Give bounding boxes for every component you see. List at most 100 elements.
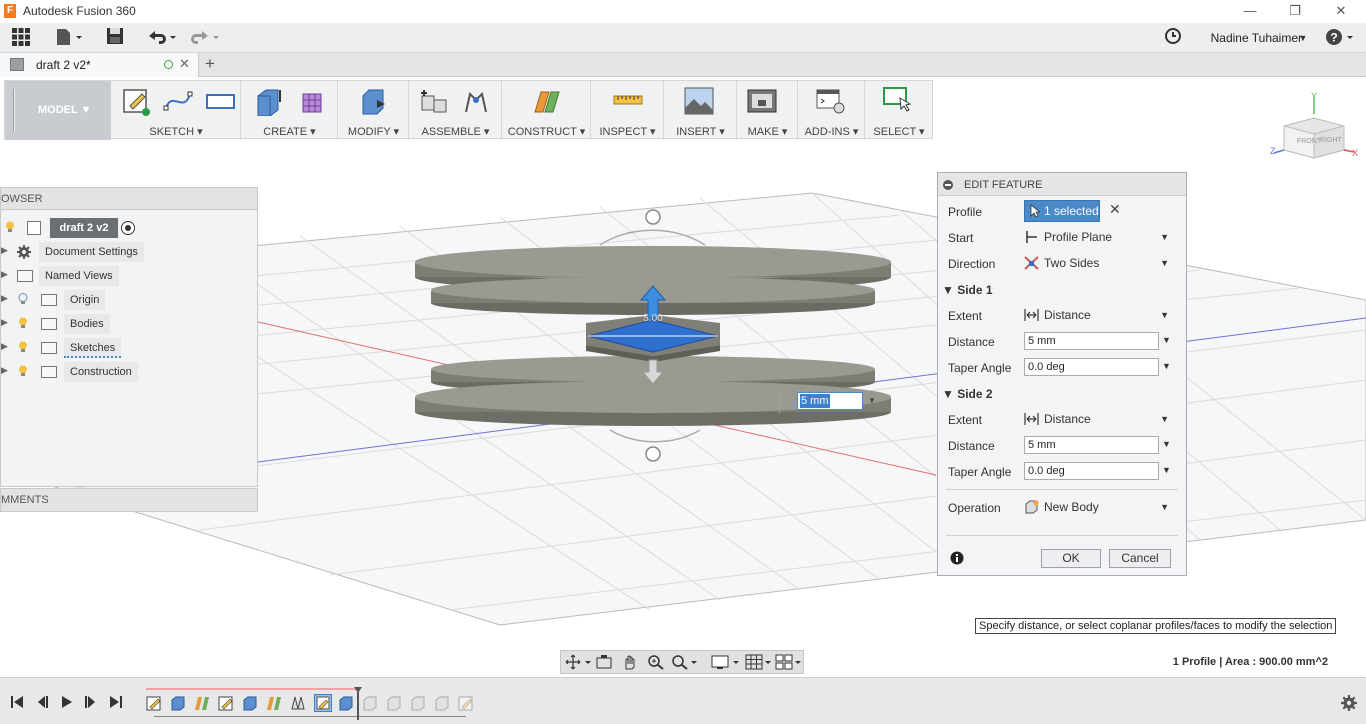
inspect-group[interactable]: INSPECT ▾ [592, 81, 664, 140]
timeline-suppressed-feature-icon[interactable] [434, 695, 450, 711]
user-menu-chevron-icon[interactable]: ▼ [1296, 27, 1310, 49]
browser-item-bodies[interactable]: ▶ Bodies [1, 314, 259, 334]
side2-extent-dropdown[interactable]: Distance ▼ [1024, 409, 1172, 429]
timeline-plane-feature-icon[interactable] [194, 695, 210, 711]
display-settings-icon[interactable] [711, 654, 741, 670]
insert-image-icon[interactable] [683, 86, 715, 116]
timeline-mirror-feature-icon[interactable] [290, 695, 306, 711]
side2-taper-input[interactable]: 0.0 deg [1024, 462, 1159, 480]
viewports-icon[interactable] [775, 654, 803, 670]
timeline-sketch-feature-icon[interactable] [218, 695, 234, 711]
step-forward-icon[interactable] [84, 695, 98, 709]
3d-print-icon[interactable] [746, 86, 778, 116]
make-group[interactable]: MAKE ▾ [738, 81, 798, 140]
offset-plane-icon[interactable] [531, 86, 563, 116]
timeline-settings-gear-icon[interactable] [1340, 694, 1358, 712]
close-window-button[interactable]: ✕ [1329, 2, 1353, 20]
add-ins-group[interactable]: ADD-INS ▾ [799, 81, 865, 140]
timeline-plane-feature-icon[interactable] [266, 695, 282, 711]
file-menu-icon[interactable] [54, 27, 84, 49]
side2-section[interactable]: ▼ Side 2 [938, 381, 1188, 405]
play-icon[interactable] [60, 695, 74, 709]
select-group[interactable]: SELECT ▾ [866, 81, 932, 140]
operation-dropdown[interactable]: New Body ▼ [1024, 497, 1172, 517]
view-cube-front-face[interactable]: FRONT [1297, 138, 1322, 145]
timeline-extrude-feature-icon[interactable] [242, 695, 258, 711]
side1-distance-dropdown-icon[interactable]: ▼ [1162, 335, 1171, 345]
timeline-suppressed-sketch-icon[interactable] [458, 695, 474, 711]
browser-root-row[interactable]: draft 2 v2 [1, 218, 259, 238]
side1-extent-dropdown[interactable]: Distance ▼ [1024, 305, 1172, 325]
comments-panel-header[interactable]: MMENTS [0, 488, 258, 512]
user-account-menu[interactable]: Nadine Tuhaimer [1211, 31, 1302, 45]
undo-icon[interactable] [145, 27, 179, 49]
look-at-icon[interactable] [595, 654, 613, 670]
modify-group[interactable]: MODIFY ▾ [339, 81, 409, 140]
create-sketch-icon[interactable] [120, 86, 152, 116]
info-icon[interactable] [950, 551, 964, 565]
visibility-bulb-icon[interactable] [18, 317, 28, 329]
side2-taper-dropdown-icon[interactable]: ▼ [1162, 465, 1171, 475]
grid-settings-icon[interactable] [745, 654, 773, 670]
browser-item-document-settings[interactable]: ▶ Document Settings [1, 242, 259, 262]
expand-arrow-icon[interactable]: ▶ [1, 341, 8, 352]
construct-group[interactable]: CONSTRUCT ▾ [503, 81, 591, 140]
pan-hand-icon[interactable] [621, 654, 639, 670]
redo-icon[interactable] [188, 27, 222, 49]
start-dropdown[interactable]: Profile Plane ▼ [1024, 227, 1172, 247]
side1-taper-input[interactable]: 0.0 deg [1024, 358, 1159, 376]
fit-zoom-icon[interactable] [671, 654, 699, 670]
side2-distance-dropdown-icon[interactable]: ▼ [1162, 439, 1171, 449]
line-tool-icon[interactable] [162, 86, 194, 116]
side1-section[interactable]: ▼ Side 1 [938, 277, 1188, 301]
clear-selection-icon[interactable]: ✕ [1109, 201, 1121, 218]
document-tab[interactable]: draft 2 v2* ✕ [0, 53, 199, 77]
browser-item-named-views[interactable]: ▶ Named Views [1, 266, 259, 286]
press-pull-icon[interactable] [357, 86, 389, 116]
orbit-icon[interactable] [565, 654, 593, 670]
workspace-switcher[interactable]: MODEL ▼ [5, 81, 111, 140]
scripts-addins-icon[interactable] [815, 86, 847, 116]
expand-arrow-icon[interactable]: ▶ [1, 269, 8, 280]
go-to-start-icon[interactable] [10, 695, 24, 709]
inline-distance-input[interactable]: 5 mm [797, 392, 863, 410]
timeline-extrude-feature-icon[interactable] [338, 695, 354, 711]
visibility-bulb-icon[interactable] [18, 365, 28, 377]
measure-icon[interactable] [612, 86, 644, 116]
save-icon[interactable] [105, 27, 125, 49]
side1-taper-dropdown-icon[interactable]: ▼ [1162, 361, 1171, 371]
timeline-suppressed-feature-icon[interactable] [362, 695, 378, 711]
view-cube-right-face[interactable]: RIGHT [1320, 137, 1343, 144]
assemble-group[interactable]: ASSEMBLE ▾ [410, 81, 502, 140]
view-cube[interactable]: Y FRONT RIGHT Z X [1268, 90, 1360, 165]
extrude-icon[interactable] [254, 86, 286, 116]
timeline-active-sketch-feature-icon[interactable] [314, 694, 332, 712]
close-tab-icon[interactable]: ✕ [179, 56, 190, 72]
ok-button[interactable]: OK [1041, 549, 1101, 568]
select-cursor-icon[interactable] [882, 86, 914, 116]
go-to-end-icon[interactable] [109, 695, 123, 709]
visibility-bulb-off-icon[interactable] [18, 293, 28, 305]
restore-button[interactable]: ❐ [1283, 2, 1307, 20]
help-icon[interactable]: ? [1325, 27, 1357, 49]
collapse-dialog-icon[interactable] [943, 180, 953, 190]
browser-item-origin[interactable]: ▶ Origin [1, 290, 259, 310]
rectangle-tool-icon[interactable] [204, 86, 236, 116]
expand-arrow-icon[interactable]: ▶ [1, 293, 8, 304]
form-icon[interactable] [297, 86, 329, 116]
joint-icon[interactable] [460, 86, 492, 116]
timeline-suppressed-feature-icon[interactable] [410, 695, 426, 711]
direction-dropdown[interactable]: Two Sides ▼ [1024, 253, 1172, 273]
rotate-handle-bottom[interactable] [645, 446, 661, 462]
sketch-group[interactable]: SKETCH ▾ [112, 81, 241, 140]
side1-distance-input[interactable]: 5 mm [1024, 332, 1159, 350]
browser-header[interactable]: OWSER [1, 188, 257, 210]
job-status-clock-icon[interactable] [1163, 27, 1183, 49]
rotate-handle-top[interactable] [645, 209, 661, 225]
step-back-icon[interactable] [35, 695, 49, 709]
new-component-icon[interactable] [418, 86, 450, 116]
profile-selection-button[interactable]: 1 selected [1024, 200, 1100, 222]
browser-item-sketches[interactable]: ▶ Sketches [1, 338, 259, 358]
zoom-icon[interactable] [647, 654, 665, 670]
timeline-sketch-feature-icon[interactable] [146, 695, 162, 711]
